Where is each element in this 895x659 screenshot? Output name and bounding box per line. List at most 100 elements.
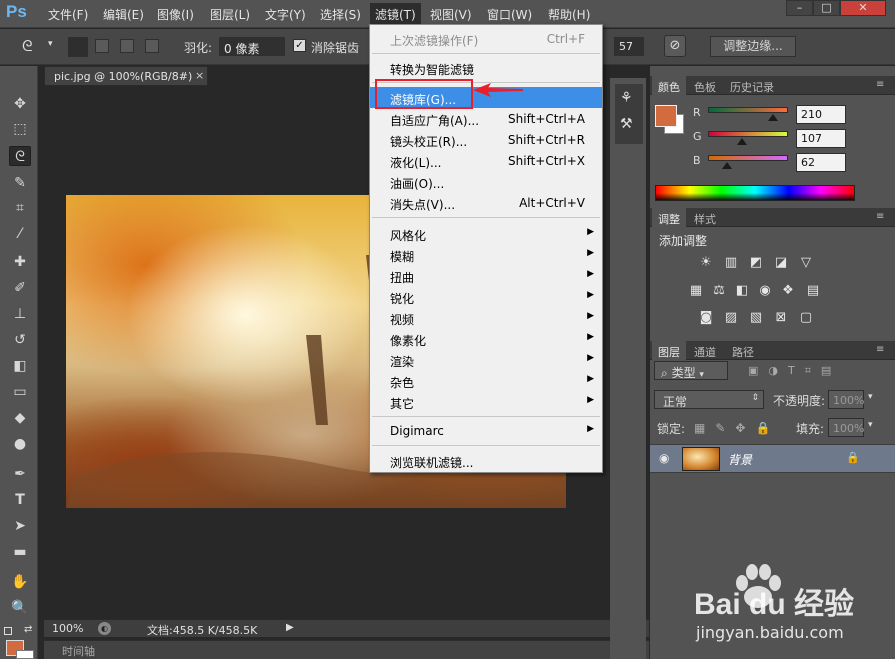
- zoom-level[interactable]: 100%: [52, 622, 83, 635]
- menu-item-noise[interactable]: 杂色 ▶: [370, 370, 602, 391]
- gradient-map-icon[interactable]: ⊠: [773, 311, 789, 325]
- zoom-tool-icon[interactable]: 🔍: [9, 598, 31, 618]
- brush-tool-icon[interactable]: ✐: [9, 278, 31, 298]
- refine-edge-button[interactable]: 调整边缘...: [710, 36, 796, 57]
- menu-item-oil-paint[interactable]: 油画(O)...: [370, 171, 602, 192]
- menu-item-blur[interactable]: 模糊 ▶: [370, 244, 602, 265]
- menu-item-pixelate[interactable]: 像素化 ▶: [370, 328, 602, 349]
- threshold-icon[interactable]: ▧: [748, 311, 764, 325]
- move-tool-icon[interactable]: ✥: [9, 94, 31, 114]
- layer-name[interactable]: 背景: [728, 451, 752, 468]
- menu-view[interactable]: 视图(V): [430, 6, 472, 23]
- levels-icon[interactable]: ▥: [723, 256, 739, 270]
- timeline-panel[interactable]: 时间轴: [44, 640, 649, 659]
- eyedropper-tool-icon[interactable]: ⁄: [9, 224, 31, 244]
- tab-swatches[interactable]: 色板: [694, 79, 716, 95]
- g-value-input[interactable]: 107: [796, 129, 846, 148]
- curves-icon[interactable]: ◩: [748, 256, 764, 270]
- tablet-pressure-icon[interactable]: ⊘: [664, 35, 686, 57]
- layer-filter-icons[interactable]: ▣◑T⌗▤: [748, 364, 841, 378]
- b-slider[interactable]: [708, 155, 788, 161]
- hue-saturation-icon[interactable]: ▦: [688, 284, 704, 298]
- pen-tool-icon[interactable]: ✒: [9, 464, 31, 484]
- menu-file[interactable]: 文件(F): [48, 6, 88, 23]
- opacity-dropdown-icon[interactable]: ▾: [868, 392, 873, 402]
- menu-layer[interactable]: 图层(L): [210, 6, 250, 23]
- r-slider-knob[interactable]: [768, 114, 778, 121]
- subtract-selection-icon[interactable]: [120, 39, 134, 53]
- menu-item-sharpen[interactable]: 锐化 ▶: [370, 286, 602, 307]
- g-slider[interactable]: [708, 131, 788, 137]
- panel-menu-icon[interactable]: ≡: [876, 344, 884, 355]
- lock-icons[interactable]: ▦✎✥🔒: [694, 421, 780, 435]
- panel-menu-icon[interactable]: ≡: [876, 211, 884, 222]
- menu-item-distort[interactable]: 扭曲 ▶: [370, 265, 602, 286]
- eraser-tool-icon[interactable]: ◧: [9, 356, 31, 376]
- add-to-selection-icon[interactable]: [95, 39, 109, 53]
- tool-presets-icon[interactable]: ⚒: [620, 116, 633, 132]
- new-selection-icon[interactable]: [68, 37, 88, 57]
- swap-colors-icon[interactable]: ⇄: [24, 624, 32, 635]
- document-tab[interactable]: pic.jpg @ 100%(RGB/8#) ×: [44, 66, 208, 86]
- b-slider-knob[interactable]: [722, 162, 732, 169]
- r-slider[interactable]: [708, 107, 788, 113]
- background-color-swatch[interactable]: [16, 650, 34, 659]
- menu-item-render[interactable]: 渲染 ▶: [370, 349, 602, 370]
- eye-visibility-icon[interactable]: ◉: [659, 451, 669, 465]
- hand-tool-icon[interactable]: ✋: [9, 572, 31, 592]
- layer-filter-select[interactable]: ⌕ 类型 ▾: [654, 361, 728, 380]
- channel-mixer-icon[interactable]: ❖: [780, 284, 796, 298]
- lasso-tool-icon[interactable]: ᘓ: [9, 146, 31, 166]
- menu-item-vanishing-point[interactable]: 消失点(V)... Alt+Ctrl+V: [370, 192, 602, 213]
- shape-tool-icon[interactable]: ▬: [9, 542, 31, 562]
- crop-tool-icon[interactable]: ⌗: [9, 198, 31, 218]
- close-window-button[interactable]: ✕: [840, 0, 886, 16]
- photo-filter-icon[interactable]: ◉: [757, 284, 773, 298]
- menu-item-digimarc[interactable]: Digimarc ▶: [370, 420, 602, 441]
- exposure-icon[interactable]: ◪: [773, 256, 789, 270]
- menu-edit[interactable]: 编辑(E): [103, 6, 144, 23]
- b-value-input[interactable]: 62: [796, 153, 846, 172]
- intersect-selection-icon[interactable]: [145, 39, 159, 53]
- g-slider-knob[interactable]: [737, 138, 747, 145]
- r-value-input[interactable]: 210: [796, 105, 846, 124]
- minimize-button[interactable]: –: [786, 0, 813, 16]
- menu-item-adaptive-wide-angle[interactable]: 自适应广角(A)... Shift+Ctrl+A: [370, 108, 602, 129]
- quick-selection-tool-icon[interactable]: ✎: [9, 173, 31, 193]
- blend-mode-select[interactable]: 正常 ⇕: [654, 390, 764, 409]
- maximize-button[interactable]: □: [813, 0, 840, 16]
- menu-item-convert-smart-filter[interactable]: 转换为智能滤镜: [370, 57, 602, 78]
- menu-item-liquify[interactable]: 液化(L)... Shift+Ctrl+X: [370, 150, 602, 171]
- status-menu-arrow-icon[interactable]: ▶: [286, 622, 294, 633]
- menu-help[interactable]: 帮助(H): [548, 6, 590, 23]
- brightness-contrast-icon[interactable]: ☀: [698, 256, 714, 270]
- tab-history[interactable]: 历史记录: [730, 79, 774, 95]
- black-white-icon[interactable]: ◧: [734, 284, 750, 298]
- status-info-icon[interactable]: ◐: [98, 622, 111, 635]
- color-spectrum-ramp[interactable]: [655, 185, 855, 201]
- default-colors-icon[interactable]: [4, 627, 12, 635]
- blur-tool-icon[interactable]: ◆: [9, 408, 31, 428]
- tab-color[interactable]: 颜色: [652, 76, 686, 95]
- menu-type[interactable]: 文字(Y): [265, 6, 306, 23]
- feather-input[interactable]: 0 像素: [219, 37, 285, 56]
- tab-styles[interactable]: 样式: [694, 211, 716, 227]
- posterize-icon[interactable]: ▨: [723, 311, 739, 325]
- menu-filter[interactable]: 滤镜(T): [370, 3, 421, 25]
- menu-item-lens-correction[interactable]: 镜头校正(R)... Shift+Ctrl+R: [370, 129, 602, 150]
- menu-item-other[interactable]: 其它 ▶: [370, 391, 602, 412]
- type-tool-icon[interactable]: T: [9, 490, 31, 510]
- close-tab-icon[interactable]: ×: [195, 69, 204, 82]
- gradient-tool-icon[interactable]: ▭: [9, 382, 31, 402]
- lasso-preset-icon[interactable]: ᘓ: [22, 37, 33, 55]
- invert-icon[interactable]: ◙: [698, 311, 714, 325]
- menu-item-stylize[interactable]: 风格化 ▶: [370, 223, 602, 244]
- history-brush-tool-icon[interactable]: ↺: [9, 330, 31, 350]
- healing-brush-tool-icon[interactable]: ✚: [9, 252, 31, 272]
- panel-menu-icon[interactable]: ≡: [876, 79, 884, 90]
- selective-color-icon[interactable]: ▢: [798, 311, 814, 325]
- tab-adjustments[interactable]: 调整: [652, 208, 686, 227]
- opacity-input[interactable]: 100%: [828, 390, 864, 409]
- width-input[interactable]: 57: [614, 37, 644, 56]
- path-selection-tool-icon[interactable]: ➤: [9, 516, 31, 536]
